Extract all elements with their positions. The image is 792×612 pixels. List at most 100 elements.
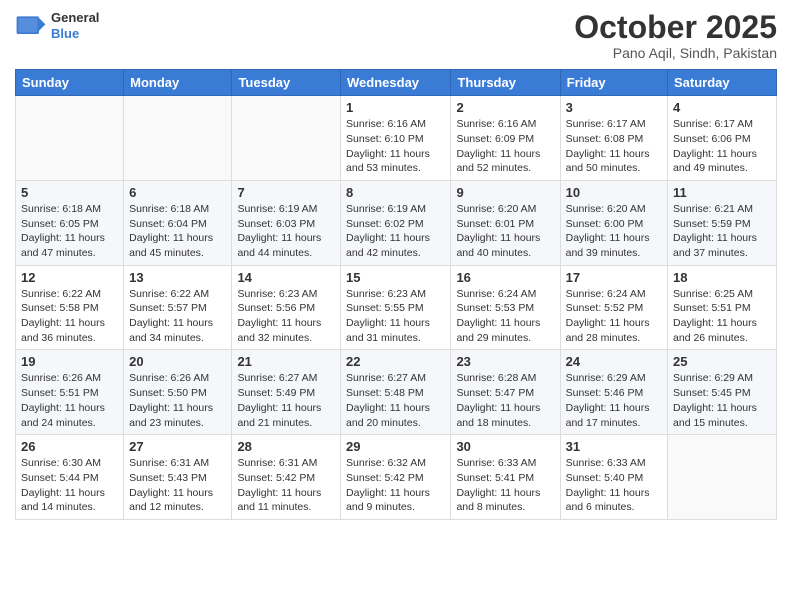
day-number: 17 bbox=[566, 270, 662, 285]
logo-line2: Blue bbox=[51, 26, 99, 42]
day-number: 21 bbox=[237, 354, 335, 369]
header-right: October 2025 Pano Aqil, Sindh, Pakistan bbox=[574, 10, 777, 61]
day-info: Sunrise: 6:23 AMSunset: 5:56 PMDaylight:… bbox=[237, 287, 335, 346]
calendar-cell: 25 Sunrise: 6:29 AMSunset: 5:45 PMDayligh… bbox=[668, 350, 777, 435]
day-info: Sunrise: 6:29 AMSunset: 5:45 PMDaylight:… bbox=[673, 371, 771, 430]
day-number: 4 bbox=[673, 100, 771, 115]
weekday-header-saturday: Saturday bbox=[668, 70, 777, 96]
calendar-cell bbox=[16, 96, 124, 181]
calendar-cell: 26Sunrise: 6:30 AMSunset: 5:44 PMDayligh… bbox=[16, 435, 124, 520]
day-info: Sunrise: 6:20 AMSunset: 6:00 PMDaylight:… bbox=[566, 202, 662, 261]
day-info: Sunrise: 6:31 AMSunset: 5:42 PMDaylight:… bbox=[237, 456, 335, 515]
calendar-cell: 9Sunrise: 6:20 AMSunset: 6:01 PMDaylight… bbox=[451, 180, 560, 265]
day-number: 23 bbox=[456, 354, 554, 369]
weekday-header-row: SundayMondayTuesdayWednesdayThursdayFrid… bbox=[16, 70, 777, 96]
day-number: 7 bbox=[237, 185, 335, 200]
logo-line1: General bbox=[51, 10, 99, 26]
day-info: Sunrise: 6:26 AMSunset: 5:51 PMDaylight:… bbox=[21, 371, 118, 430]
day-number: 13 bbox=[129, 270, 226, 285]
day-number: 14 bbox=[237, 270, 335, 285]
day-info: Sunrise: 6:28 AMSunset: 5:47 PMDaylight:… bbox=[456, 371, 554, 430]
weekday-header-tuesday: Tuesday bbox=[232, 70, 341, 96]
day-number: 18 bbox=[673, 270, 771, 285]
calendar-cell bbox=[668, 435, 777, 520]
calendar-cell: 17 Sunrise: 6:24 AMSunset: 5:52 PMDayligh… bbox=[560, 265, 667, 350]
calendar-cell: 6 Sunrise: 6:18 AMSunset: 6:04 PMDaylight… bbox=[124, 180, 232, 265]
logo: General Blue bbox=[15, 10, 99, 42]
day-number: 24 bbox=[566, 354, 662, 369]
day-info: Sunrise: 6:20 AMSunset: 6:01 PMDaylight:… bbox=[456, 202, 554, 261]
calendar-cell: 1 Sunrise: 6:16 AMSunset: 6:10 PMDaylight… bbox=[341, 96, 451, 181]
day-number: 5 bbox=[21, 185, 118, 200]
day-info: Sunrise: 6:17 AMSunset: 6:08 PMDaylight:… bbox=[566, 117, 662, 176]
calendar-week-5: 26Sunrise: 6:30 AMSunset: 5:44 PMDayligh… bbox=[16, 435, 777, 520]
calendar-cell bbox=[124, 96, 232, 181]
calendar-cell: 7 Sunrise: 6:19 AMSunset: 6:03 PMDaylight… bbox=[232, 180, 341, 265]
calendar-cell: 16 Sunrise: 6:24 AMSunset: 5:53 PMDayligh… bbox=[451, 265, 560, 350]
calendar-cell: 4 Sunrise: 6:17 AMSunset: 6:06 PMDaylight… bbox=[668, 96, 777, 181]
calendar-cell: 24 Sunrise: 6:29 AMSunset: 5:46 PMDayligh… bbox=[560, 350, 667, 435]
weekday-header-thursday: Thursday bbox=[451, 70, 560, 96]
weekday-header-sunday: Sunday bbox=[16, 70, 124, 96]
calendar-cell: 27Sunrise: 6:31 AMSunset: 5:43 PMDayligh… bbox=[124, 435, 232, 520]
calendar-cell: 5 Sunrise: 6:18 AMSunset: 6:05 PMDaylight… bbox=[16, 180, 124, 265]
day-info: Sunrise: 6:23 AMSunset: 5:55 PMDaylight:… bbox=[346, 287, 445, 346]
day-info: Sunrise: 6:22 AMSunset: 5:58 PMDaylight:… bbox=[21, 287, 118, 346]
day-number: 19 bbox=[21, 354, 118, 369]
day-info: Sunrise: 6:33 AMSunset: 5:40 PMDaylight:… bbox=[566, 456, 662, 515]
day-info: Sunrise: 6:19 AMSunset: 6:03 PMDaylight:… bbox=[237, 202, 335, 261]
calendar-cell: 2 Sunrise: 6:16 AMSunset: 6:09 PMDaylight… bbox=[451, 96, 560, 181]
calendar-cell: 12 Sunrise: 6:22 AMSunset: 5:58 PMDayligh… bbox=[16, 265, 124, 350]
day-number: 1 bbox=[346, 100, 445, 115]
day-info: Sunrise: 6:16 AMSunset: 6:09 PMDaylight:… bbox=[456, 117, 554, 176]
calendar-cell: 13 Sunrise: 6:22 AMSunset: 5:57 PMDayligh… bbox=[124, 265, 232, 350]
day-info: Sunrise: 6:32 AMSunset: 5:42 PMDaylight:… bbox=[346, 456, 445, 515]
day-number: 28 bbox=[237, 439, 335, 454]
day-number: 25 bbox=[673, 354, 771, 369]
day-info: Sunrise: 6:29 AMSunset: 5:46 PMDaylight:… bbox=[566, 371, 662, 430]
day-info: Sunrise: 6:31 AMSunset: 5:43 PMDaylight:… bbox=[129, 456, 226, 515]
calendar-cell: 8 Sunrise: 6:19 AMSunset: 6:02 PMDaylight… bbox=[341, 180, 451, 265]
page: General Blue October 2025 Pano Aqil, Sin… bbox=[0, 0, 792, 612]
day-info: Sunrise: 6:27 AMSunset: 5:48 PMDaylight:… bbox=[346, 371, 445, 430]
weekday-header-wednesday: Wednesday bbox=[341, 70, 451, 96]
calendar-cell: 19 Sunrise: 6:26 AMSunset: 5:51 PMDayligh… bbox=[16, 350, 124, 435]
calendar-cell: 3Sunrise: 6:17 AMSunset: 6:08 PMDaylight… bbox=[560, 96, 667, 181]
calendar-cell: 18 Sunrise: 6:25 AMSunset: 5:51 PMDayligh… bbox=[668, 265, 777, 350]
day-info: Sunrise: 6:30 AMSunset: 5:44 PMDaylight:… bbox=[21, 456, 118, 515]
weekday-header-monday: Monday bbox=[124, 70, 232, 96]
day-info: Sunrise: 6:19 AMSunset: 6:02 PMDaylight:… bbox=[346, 202, 445, 261]
day-number: 12 bbox=[21, 270, 118, 285]
day-info: Sunrise: 6:24 AMSunset: 5:52 PMDaylight:… bbox=[566, 287, 662, 346]
day-info: Sunrise: 6:25 AMSunset: 5:51 PMDaylight:… bbox=[673, 287, 771, 346]
day-info: Sunrise: 6:27 AMSunset: 5:49 PMDaylight:… bbox=[237, 371, 335, 430]
weekday-header-friday: Friday bbox=[560, 70, 667, 96]
day-number: 16 bbox=[456, 270, 554, 285]
calendar-cell: 15Sunrise: 6:23 AMSunset: 5:55 PMDayligh… bbox=[341, 265, 451, 350]
day-info: Sunrise: 6:17 AMSunset: 6:06 PMDaylight:… bbox=[673, 117, 771, 176]
day-info: Sunrise: 6:18 AMSunset: 6:04 PMDaylight:… bbox=[129, 202, 226, 261]
day-number: 30 bbox=[456, 439, 554, 454]
day-number: 8 bbox=[346, 185, 445, 200]
calendar-cell: 20 Sunrise: 6:26 AMSunset: 5:50 PMDayligh… bbox=[124, 350, 232, 435]
calendar-cell: 10 Sunrise: 6:20 AMSunset: 6:00 PMDayligh… bbox=[560, 180, 667, 265]
logo-icon bbox=[15, 10, 47, 42]
location: Pano Aqil, Sindh, Pakistan bbox=[574, 45, 777, 61]
day-number: 10 bbox=[566, 185, 662, 200]
calendar-cell bbox=[232, 96, 341, 181]
calendar-cell: 14 Sunrise: 6:23 AMSunset: 5:56 PMDayligh… bbox=[232, 265, 341, 350]
day-number: 2 bbox=[456, 100, 554, 115]
logo-text: General Blue bbox=[51, 10, 99, 41]
calendar-cell: 29Sunrise: 6:32 AMSunset: 5:42 PMDayligh… bbox=[341, 435, 451, 520]
day-number: 20 bbox=[129, 354, 226, 369]
day-info: Sunrise: 6:26 AMSunset: 5:50 PMDaylight:… bbox=[129, 371, 226, 430]
day-info: Sunrise: 6:16 AMSunset: 6:10 PMDaylight:… bbox=[346, 117, 445, 176]
calendar-cell: 21 Sunrise: 6:27 AMSunset: 5:49 PMDayligh… bbox=[232, 350, 341, 435]
day-info: Sunrise: 6:33 AMSunset: 5:41 PMDaylight:… bbox=[456, 456, 554, 515]
day-info: Sunrise: 6:18 AMSunset: 6:05 PMDaylight:… bbox=[21, 202, 118, 261]
day-info: Sunrise: 6:24 AMSunset: 5:53 PMDaylight:… bbox=[456, 287, 554, 346]
calendar-cell: 22Sunrise: 6:27 AMSunset: 5:48 PMDayligh… bbox=[341, 350, 451, 435]
day-info: Sunrise: 6:22 AMSunset: 5:57 PMDaylight:… bbox=[129, 287, 226, 346]
calendar-week-4: 19 Sunrise: 6:26 AMSunset: 5:51 PMDayligh… bbox=[16, 350, 777, 435]
day-number: 6 bbox=[129, 185, 226, 200]
